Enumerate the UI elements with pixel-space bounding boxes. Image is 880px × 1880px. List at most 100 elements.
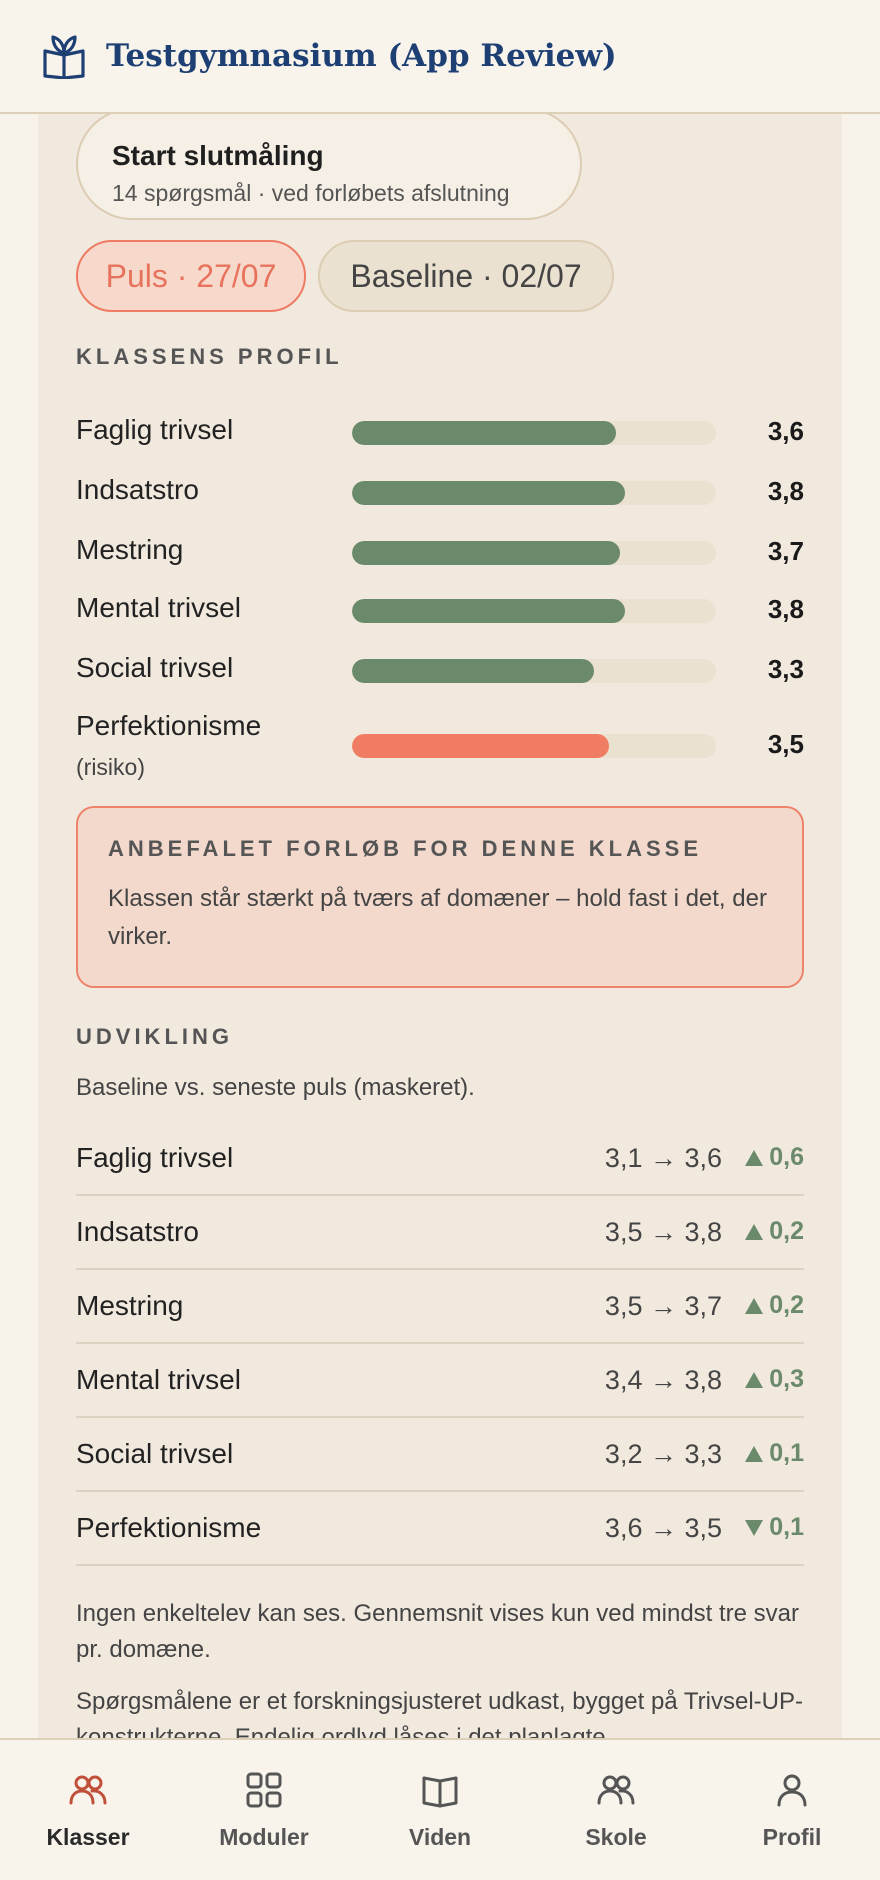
profile-label: Social trivsel — [76, 652, 234, 683]
development-name: Mental trivsel — [76, 1364, 241, 1395]
profile-row: Indsatstro 3,8 — [76, 474, 804, 514]
development-row: Social trivsel 3,2 → 3,3 0,1 — [76, 1418, 804, 1492]
profile-value: 3,7 — [767, 536, 804, 566]
profile-bar-track — [352, 421, 716, 445]
app-header: Testgymnasium (App Review) — [0, 0, 880, 114]
profile-bar-fill — [352, 481, 625, 505]
development-delta-value: 0,3 — [769, 1365, 804, 1393]
development-delta: 0,1 — [745, 1439, 804, 1468]
users-icon — [69, 1775, 107, 1805]
nav-item-viden[interactable]: Viden — [352, 1740, 528, 1880]
recommendation-heading: ANBEFALET FORLØB FOR DENNE KLASSE — [108, 836, 703, 861]
nav-item-skole[interactable]: Skole — [528, 1740, 704, 1880]
profile-bar-track — [352, 734, 716, 758]
profile-value: 3,8 — [767, 594, 804, 624]
development-change: 3,5 → 3,7 — [604, 1291, 722, 1321]
development-delta-value: 0,2 — [769, 1291, 804, 1319]
triangle-down-icon — [745, 1519, 764, 1536]
users-icon — [597, 1775, 635, 1805]
profile-bar-track — [352, 481, 716, 505]
bottom-nav: Klasser Moduler Viden Skole Profil — [0, 1738, 880, 1880]
development-delta: 0,3 — [745, 1365, 804, 1394]
development-delta: 0,2 — [745, 1291, 804, 1320]
nav-item-profil[interactable]: Profil — [704, 1740, 880, 1880]
profile-row: Mestring 3,7 — [76, 534, 804, 574]
development-name: Perfektionisme — [76, 1512, 262, 1543]
nav-item-klasser[interactable]: Klasser — [0, 1740, 176, 1880]
development-name: Mestring — [76, 1290, 184, 1321]
development-name: Faglig trivsel — [76, 1142, 234, 1173]
development-row: Indsatstro 3,5 → 3,8 0,2 — [76, 1196, 804, 1270]
development-delta: 0,1 — [745, 1513, 804, 1542]
development-row: Faglig trivsel 3,1 → 3,6 0,6 — [76, 1122, 804, 1196]
profile-row: Mental trivsel 3,8 — [76, 592, 804, 632]
development-row: Perfektionisme 3,6 → 3,5 0,1 — [76, 1492, 804, 1566]
nav-item-moduler[interactable]: Moduler — [176, 1740, 352, 1880]
profile-bar-track — [352, 659, 716, 683]
profile-bar-fill — [352, 599, 625, 623]
triangle-up-icon — [745, 1149, 764, 1166]
user-icon — [777, 1774, 807, 1807]
development-change: 3,2 → 3,3 — [604, 1439, 722, 1469]
development-name: Social trivsel — [76, 1438, 234, 1469]
profile-bar-fill — [352, 734, 609, 758]
start-final-measurement-button[interactable]: Start slutmåling 14 spørgsmål · ved forl… — [76, 114, 582, 220]
development-delta: 0,6 — [745, 1143, 804, 1172]
questions-note: Spørgsmålene er et forskningsjusteret ud… — [76, 1688, 803, 1740]
profile-row: Faglig trivsel 3,6 — [76, 414, 804, 454]
recommendation-body: Klassen står stærkt på tværs af domæner … — [108, 885, 767, 950]
book-icon — [422, 1776, 458, 1808]
recommendation-box: ANBEFALET FORLØB FOR DENNE KLASSE Klasse… — [76, 806, 804, 988]
development-delta-value: 0,6 — [769, 1143, 804, 1171]
school-title: Testgymnasium (App Review) — [106, 38, 617, 74]
development-delta-value: 0,2 — [769, 1217, 804, 1245]
development-change: 3,6 → 3,5 — [604, 1513, 722, 1543]
development-change: 3,4 → 3,8 — [604, 1365, 722, 1395]
start-button-title: Start slutmåling — [112, 140, 324, 171]
profile-bar-fill — [352, 659, 595, 683]
triangle-up-icon — [745, 1371, 764, 1388]
nav-label-profil: Profil — [762, 1824, 822, 1850]
profile-label: Indsatstro — [76, 474, 199, 505]
profile-bar-track — [352, 541, 716, 565]
profile-sublabel: (risiko) — [76, 754, 145, 780]
chip-baseline[interactable]: Baseline · 02/07 — [318, 240, 614, 312]
nav-label-viden: Viden — [408, 1824, 472, 1850]
profile-label: Faglig trivsel — [76, 414, 234, 445]
development-row: Mental trivsel 3,4 → 3,8 0,3 — [76, 1344, 804, 1418]
nav-label-skole: Skole — [585, 1824, 647, 1850]
triangle-up-icon — [745, 1297, 764, 1314]
profile-bar-fill — [352, 421, 616, 445]
grid-icon — [246, 1772, 282, 1808]
development-name: Indsatstro — [76, 1216, 199, 1247]
profile-row: Social trivsel 3,3 — [76, 652, 804, 692]
development-delta: 0,2 — [745, 1217, 804, 1246]
nav-label-klasser: Klasser — [46, 1824, 130, 1850]
profile-label: Mental trivsel — [76, 592, 241, 623]
profile-bar-track — [352, 599, 716, 623]
book-sprout-icon — [43, 35, 85, 79]
profile-value: 3,8 — [767, 476, 804, 506]
profile-value: 3,6 — [767, 416, 804, 446]
profile-value: 3,3 — [767, 654, 804, 684]
development-delta-value: 0,1 — [769, 1439, 804, 1467]
triangle-up-icon — [745, 1223, 764, 1240]
profile-label: Perfektionisme — [76, 710, 262, 741]
development-delta-value: 0,1 — [769, 1513, 804, 1541]
profile-row: Perfektionisme (risiko) 3,5 — [76, 710, 804, 780]
chip-pulse[interactable]: Puls · 27/07 — [76, 240, 306, 312]
development-row: Mestring 3,5 → 3,7 0,2 — [76, 1270, 804, 1344]
nav-label-moduler: Moduler — [219, 1824, 309, 1850]
development-change: 3,5 → 3,8 — [604, 1217, 722, 1247]
privacy-note: Ingen enkeltelev kan ses. Gennemsnit vis… — [76, 1600, 800, 1663]
development-intro: Baseline vs. seneste puls (maskeret). — [76, 1074, 475, 1101]
development-heading: UDVIKLING — [76, 1024, 233, 1049]
profile-value: 3,5 — [767, 729, 804, 759]
start-button-subtitle: 14 spørgsmål · ved forløbets afslutning — [112, 180, 510, 206]
profile-label: Mestring — [76, 534, 184, 565]
triangle-up-icon — [745, 1445, 764, 1462]
development-change: 3,1 → 3,6 — [604, 1143, 722, 1173]
profile-heading: KLASSENS PROFIL — [76, 344, 343, 369]
profile-bar-fill — [352, 541, 620, 565]
class-detail-content[interactable]: Start slutmåling 14 spørgsmål · ved forl… — [38, 114, 842, 1740]
